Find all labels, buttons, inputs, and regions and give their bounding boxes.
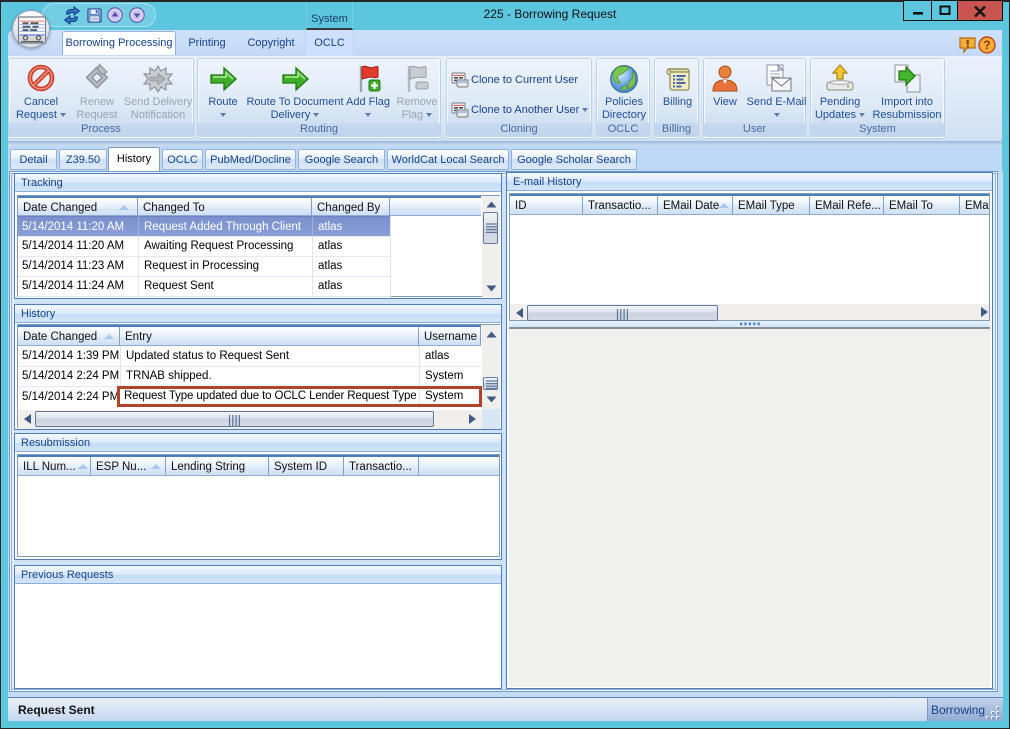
svg-text:?: ? [983,40,990,52]
